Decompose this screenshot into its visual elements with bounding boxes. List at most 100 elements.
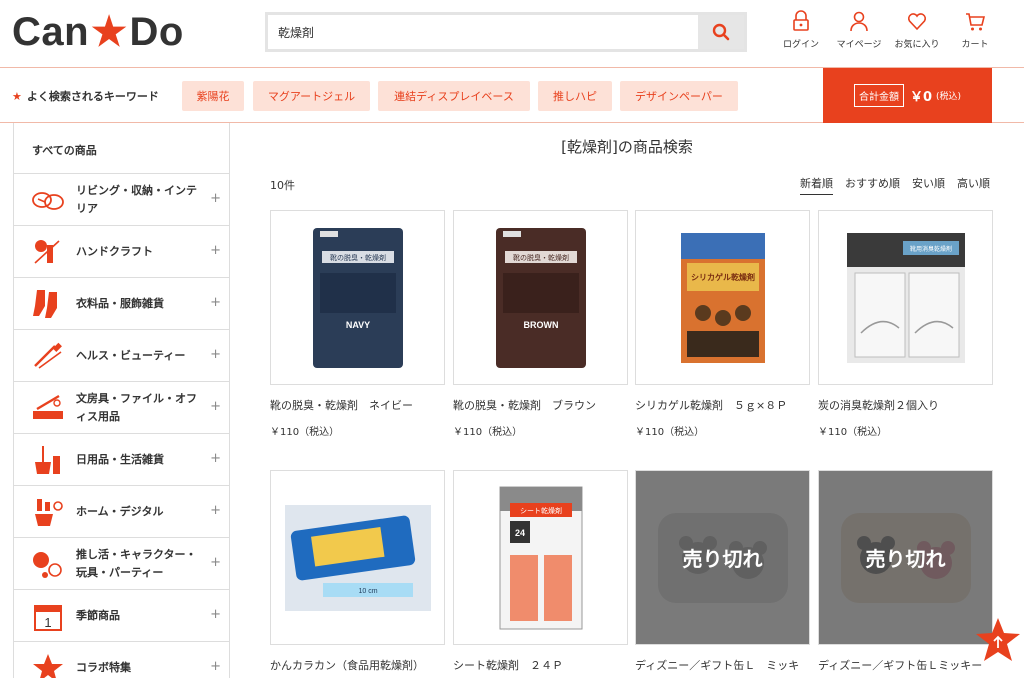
product-image[interactable]: 売り切れ bbox=[818, 470, 993, 645]
sidebar-item-living[interactable]: リビング・収納・インテリア + bbox=[14, 174, 229, 226]
product-card[interactable]: シート乾燥剤 24 シート乾燥剤 ２４Ｐ bbox=[453, 470, 628, 673]
cart-link[interactable]: カート bbox=[946, 10, 1004, 50]
product-price: ￥110（税込） bbox=[453, 427, 523, 439]
product-name[interactable]: シート乾燥剤 ２４Ｐ bbox=[453, 659, 628, 673]
daily-goods-icon bbox=[28, 442, 68, 478]
sidebar-item-stationery[interactable]: 文房具・ファイル・オフィス用品 + bbox=[14, 382, 229, 434]
cart-icon bbox=[966, 13, 985, 31]
keyword-chip[interactable]: 推しハピ bbox=[538, 81, 612, 111]
cart-total[interactable]: 合計金額 ￥0 (税込) bbox=[823, 68, 992, 123]
login-link[interactable]: ログイン bbox=[772, 10, 830, 50]
favorites-link[interactable]: お気に入り bbox=[888, 10, 946, 50]
sidebar-item-label: ヘルス・ビューティー bbox=[76, 348, 186, 362]
product-name[interactable]: かんカラカン（食品用乾燥剤） bbox=[270, 659, 445, 673]
pack-label: 10 cm bbox=[358, 588, 377, 595]
product-price: ￥110（税込） bbox=[270, 427, 340, 439]
keyword-bar-label: ★ よく検索されるキーワード bbox=[12, 88, 159, 104]
sidebar-item-craft[interactable]: ハンドクラフト + bbox=[14, 226, 229, 278]
stationery-icon bbox=[28, 390, 68, 426]
calendar-icon: 1 bbox=[28, 598, 68, 634]
expand-icon[interactable]: + bbox=[210, 451, 221, 466]
expand-icon[interactable]: + bbox=[210, 503, 221, 518]
sidebar-item-daily[interactable]: 日用品・生活雑貨 + bbox=[14, 434, 229, 486]
total-value: ￥0 bbox=[909, 90, 932, 105]
expand-icon[interactable]: + bbox=[210, 347, 221, 362]
expand-icon[interactable]: + bbox=[210, 659, 221, 674]
sidebar-item-collab[interactable]: コラボ特集 + bbox=[14, 642, 229, 678]
pack-label: 靴用消臭乾燥剤 bbox=[909, 245, 951, 253]
product-name[interactable]: シリカゲル乾燥剤 ５ｇ×８Ｐ bbox=[635, 399, 810, 413]
product-image[interactable]: シリカゲル乾燥剤 bbox=[635, 210, 810, 385]
expand-icon[interactable]: + bbox=[210, 243, 221, 258]
product-name[interactable]: 靴の脱臭・乾燥剤 ネイビー bbox=[270, 399, 445, 413]
product-image[interactable]: 靴の脱臭・乾燥剤 BROWN bbox=[453, 210, 628, 385]
search-icon bbox=[712, 23, 730, 41]
product-name[interactable]: 炭の消臭乾燥剤２個入り bbox=[818, 399, 993, 413]
keyword-chip[interactable]: デザインペーパー bbox=[620, 81, 738, 111]
logo-star-icon: ★ bbox=[91, 10, 128, 54]
sort-options: 新着順 おすすめ順 安い順 高い順 bbox=[800, 175, 990, 195]
product-name[interactable]: ディズニー／ギフト缶Ｌミッキー bbox=[818, 659, 993, 673]
sidebar-item-party[interactable]: 推し活・キャラクター・玩具・パーティー + bbox=[14, 538, 229, 590]
product-image[interactable]: 靴用消臭乾燥剤 bbox=[818, 210, 993, 385]
sidebar-item-label: ホーム・デジタル bbox=[76, 504, 164, 518]
product-card[interactable]: 10 cm かんカラカン（食品用乾燥剤） bbox=[270, 470, 445, 673]
home-digital-icon bbox=[28, 494, 68, 530]
all-products-link[interactable]: すべての商品 bbox=[14, 123, 229, 174]
product-image[interactable]: シート乾燥剤 24 bbox=[453, 470, 628, 645]
mypage-label: マイページ bbox=[836, 40, 882, 50]
expand-icon[interactable]: + bbox=[210, 191, 221, 206]
search-button[interactable] bbox=[698, 15, 744, 49]
favorites-label: お気に入り bbox=[894, 40, 940, 50]
expand-icon[interactable]: + bbox=[210, 399, 221, 414]
site-logo[interactable]: Can ★ Do bbox=[12, 10, 184, 54]
craft-icon bbox=[28, 234, 68, 270]
back-to-top-button[interactable] bbox=[975, 617, 1021, 663]
star-arrow-up-icon bbox=[976, 618, 1020, 661]
product-card[interactable]: シリカゲル乾燥剤 シリカゲル乾燥剤 ５ｇ×８Ｐ ￥110（税込） bbox=[635, 210, 810, 438]
star-icon: ★ bbox=[12, 90, 22, 103]
result-count: 10件 bbox=[270, 179, 295, 192]
search-bar bbox=[265, 12, 747, 52]
product-card[interactable]: 靴用消臭乾燥剤 炭の消臭乾燥剤２個入り ￥110（税込） bbox=[818, 210, 993, 438]
expand-icon[interactable]: + bbox=[210, 607, 221, 622]
sidebar-item-clothing[interactable]: 衣料品・服飾雑貨 + bbox=[14, 278, 229, 330]
logo-text-can: Can bbox=[12, 9, 90, 54]
keyword-bar: ★ よく検索されるキーワード 紫陽花 マグアートジェル 連結ディスプレイベース 推… bbox=[0, 67, 1024, 123]
mypage-link[interactable]: マイページ bbox=[830, 10, 888, 50]
keyword-bar-label-text: よく検索されるキーワード bbox=[26, 90, 159, 103]
sidebar-item-label: リビング・収納・インテリア bbox=[76, 184, 197, 215]
sidebar-item-beauty[interactable]: ヘルス・ビューティー + bbox=[14, 330, 229, 382]
product-name[interactable]: ディズニー／ギフト缶Ｌ ミッキ bbox=[635, 659, 810, 673]
product-image[interactable]: 靴の脱臭・乾燥剤 NAVY bbox=[270, 210, 445, 385]
sidebar-item-seasonal[interactable]: 1 季節商品 + bbox=[14, 590, 229, 642]
svg-text:1: 1 bbox=[44, 615, 51, 630]
product-image[interactable]: 売り切れ bbox=[635, 470, 810, 645]
product-card[interactable]: 靴の脱臭・乾燥剤 NAVY 靴の脱臭・乾燥剤 ネイビー ￥110（税込） bbox=[270, 210, 445, 438]
keyword-chip[interactable]: 紫陽花 bbox=[182, 81, 244, 111]
lock-icon bbox=[793, 10, 809, 31]
pack-label: NAVY bbox=[345, 320, 369, 330]
sort-cheapest[interactable]: 安い順 bbox=[912, 175, 945, 195]
sort-newest[interactable]: 新着順 bbox=[800, 175, 833, 195]
pack-title: シート乾燥剤 bbox=[520, 506, 562, 515]
product-image[interactable]: 10 cm bbox=[270, 470, 445, 645]
logo-text-do: Do bbox=[129, 9, 184, 54]
keyword-chip[interactable]: マグアートジェル bbox=[253, 81, 370, 111]
pack-title: 靴の脱臭・乾燥剤 bbox=[330, 253, 386, 262]
product-card[interactable]: 売り切れ ディズニー／ギフト缶Ｌ ミッキ bbox=[635, 470, 810, 673]
product-name[interactable]: 靴の脱臭・乾燥剤 ブラウン bbox=[453, 399, 628, 413]
category-sidebar: すべての商品 リビング・収納・インテリア + ハンドクラフト + 衣料品・服飾雑… bbox=[13, 123, 230, 678]
expand-icon[interactable]: + bbox=[210, 295, 221, 310]
sort-recommended[interactable]: おすすめ順 bbox=[845, 175, 900, 195]
search-input[interactable] bbox=[268, 15, 698, 49]
product-card[interactable]: 靴の脱臭・乾燥剤 BROWN 靴の脱臭・乾燥剤 ブラウン ￥110（税込） bbox=[453, 210, 628, 438]
sidebar-item-label: 文房具・ファイル・オフィス用品 bbox=[76, 392, 197, 423]
sort-expensive[interactable]: 高い順 bbox=[957, 175, 990, 195]
keyword-chip[interactable]: 連結ディスプレイベース bbox=[378, 81, 530, 111]
sold-out-overlay: 売り切れ bbox=[636, 471, 809, 644]
product-card[interactable]: 売り切れ ディズニー／ギフト缶Ｌミッキー bbox=[818, 470, 993, 673]
expand-icon[interactable]: + bbox=[210, 555, 221, 570]
pack-title: 靴の脱臭・乾燥剤 bbox=[513, 253, 569, 262]
sidebar-item-home-digital[interactable]: ホーム・デジタル + bbox=[14, 486, 229, 538]
